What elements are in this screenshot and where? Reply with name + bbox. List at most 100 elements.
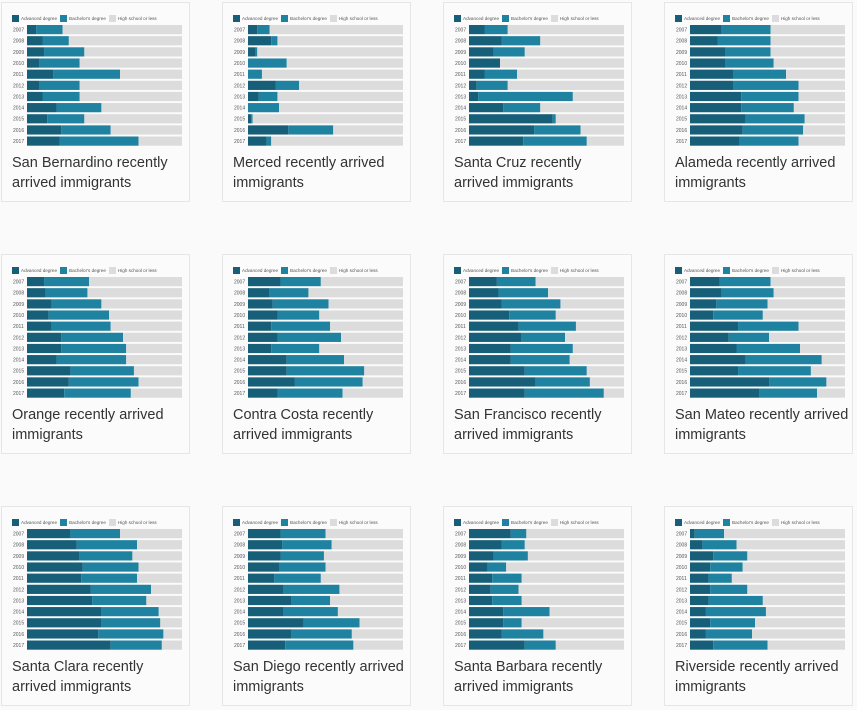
bar-bachelors[interactable] bbox=[248, 103, 279, 113]
bar-highschool[interactable] bbox=[589, 377, 624, 387]
bar-highschool[interactable] bbox=[770, 277, 845, 287]
bar-advanced[interactable] bbox=[690, 114, 746, 124]
bar-highschool[interactable] bbox=[279, 103, 403, 113]
bar-advanced[interactable] bbox=[469, 277, 497, 287]
bar-bachelors[interactable] bbox=[717, 36, 771, 46]
bar-highschool[interactable] bbox=[810, 366, 845, 376]
bar-bachelors[interactable] bbox=[291, 629, 352, 639]
bar-bachelors[interactable] bbox=[39, 80, 80, 90]
bar-highschool[interactable] bbox=[163, 629, 182, 639]
bar-highschool[interactable] bbox=[126, 355, 182, 365]
bar-highschool[interactable] bbox=[747, 584, 845, 594]
bar-bachelors[interactable] bbox=[51, 321, 111, 331]
bar-advanced[interactable] bbox=[469, 299, 502, 309]
bar-advanced[interactable] bbox=[27, 136, 60, 146]
bar-advanced[interactable] bbox=[690, 551, 714, 561]
bar-bachelors[interactable] bbox=[694, 529, 725, 539]
bar-advanced[interactable] bbox=[27, 366, 71, 376]
bar-advanced[interactable] bbox=[690, 288, 721, 298]
bar-advanced[interactable] bbox=[27, 47, 45, 57]
bar-bachelors[interactable] bbox=[272, 299, 329, 309]
bar-bachelors[interactable] bbox=[303, 618, 360, 628]
bar-highschool[interactable] bbox=[351, 629, 403, 639]
bar-advanced[interactable] bbox=[27, 299, 52, 309]
bar-bachelors[interactable] bbox=[484, 25, 508, 35]
bar-bachelors[interactable] bbox=[713, 310, 763, 320]
bar-bachelors[interactable] bbox=[490, 584, 519, 594]
bar-bachelors[interactable] bbox=[713, 640, 768, 650]
bar-highschool[interactable] bbox=[549, 607, 624, 617]
bar-bachelors[interactable] bbox=[279, 562, 326, 572]
bar-advanced[interactable] bbox=[27, 377, 69, 387]
bar-bachelors[interactable] bbox=[710, 584, 748, 594]
bar-highschool[interactable] bbox=[752, 629, 845, 639]
bar-bachelors[interactable] bbox=[769, 377, 827, 387]
bar-highschool[interactable] bbox=[736, 540, 846, 550]
bar-highschool[interactable] bbox=[161, 640, 182, 650]
bar-bachelors[interactable] bbox=[283, 584, 340, 594]
bar-bachelors[interactable] bbox=[271, 343, 320, 354]
bar-highschool[interactable] bbox=[575, 321, 624, 331]
bar-advanced[interactable] bbox=[690, 618, 711, 628]
bar-bachelors[interactable] bbox=[70, 529, 120, 539]
bar-advanced[interactable] bbox=[248, 36, 272, 46]
bar-advanced[interactable] bbox=[469, 377, 536, 387]
bar-highschool[interactable] bbox=[137, 573, 182, 583]
bar-bachelors[interactable] bbox=[61, 125, 111, 135]
bar-bachelors[interactable] bbox=[45, 288, 88, 298]
bar-highschool[interactable] bbox=[79, 80, 182, 90]
bar-advanced[interactable] bbox=[469, 288, 499, 298]
bar-highschool[interactable] bbox=[138, 136, 182, 146]
bar-highschool[interactable] bbox=[137, 540, 182, 550]
bar-advanced[interactable] bbox=[469, 310, 510, 320]
bar-bachelors[interactable] bbox=[713, 551, 748, 561]
bar-highschool[interactable] bbox=[110, 125, 182, 135]
bar-bachelors[interactable] bbox=[81, 573, 138, 583]
bar-bachelors[interactable] bbox=[285, 640, 354, 650]
bar-highschool[interactable] bbox=[84, 114, 182, 124]
bar-highschool[interactable] bbox=[586, 366, 624, 376]
bar-advanced[interactable] bbox=[27, 69, 54, 79]
bar-highschool[interactable] bbox=[731, 573, 845, 583]
bar-highschool[interactable] bbox=[257, 47, 403, 57]
bar-advanced[interactable] bbox=[248, 125, 289, 135]
bar-advanced[interactable] bbox=[248, 343, 272, 354]
bar-highschool[interactable] bbox=[524, 47, 624, 57]
bar-bachelors[interactable] bbox=[484, 69, 518, 79]
bar-bachelors[interactable] bbox=[705, 607, 766, 617]
bar-bachelors[interactable] bbox=[492, 573, 522, 583]
bar-bachelors[interactable] bbox=[725, 58, 774, 68]
bar-advanced[interactable] bbox=[248, 629, 292, 639]
bar-advanced[interactable] bbox=[690, 25, 721, 35]
bar-highschool[interactable] bbox=[521, 618, 624, 628]
bar-highschool[interactable] bbox=[793, 103, 845, 113]
bar-bachelors[interactable] bbox=[741, 91, 799, 102]
bar-advanced[interactable] bbox=[248, 277, 281, 287]
bar-bachelors[interactable] bbox=[47, 114, 85, 124]
bar-bachelors[interactable] bbox=[64, 388, 131, 398]
bar-highschool[interactable] bbox=[101, 299, 182, 309]
bar-highschool[interactable] bbox=[364, 366, 403, 376]
bar-bachelors[interactable] bbox=[496, 277, 536, 287]
bar-highschool[interactable] bbox=[328, 299, 403, 309]
bar-advanced[interactable] bbox=[690, 58, 726, 68]
bar-bachelors[interactable] bbox=[44, 47, 85, 57]
bar-advanced[interactable] bbox=[248, 640, 286, 650]
bar-bachelors[interactable] bbox=[79, 551, 133, 561]
bar-bachelors[interactable] bbox=[708, 595, 763, 606]
bar-bachelors[interactable] bbox=[294, 377, 363, 387]
bar-advanced[interactable] bbox=[690, 607, 706, 617]
bar-highschool[interactable] bbox=[109, 310, 182, 320]
bar-bachelors[interactable] bbox=[501, 540, 525, 550]
bar-advanced[interactable] bbox=[469, 640, 525, 650]
bar-highschool[interactable] bbox=[798, 91, 846, 102]
chart-title[interactable]: Santa Cruz recently arrived immigrants bbox=[454, 153, 629, 193]
bar-bachelors[interactable] bbox=[277, 388, 343, 398]
bar-highschool[interactable] bbox=[527, 551, 624, 561]
bar-highschool[interactable] bbox=[138, 562, 182, 572]
bar-bachelors[interactable] bbox=[487, 562, 507, 572]
bar-highschool[interactable] bbox=[120, 529, 182, 539]
bar-highschool[interactable] bbox=[353, 640, 403, 650]
bar-bachelors[interactable] bbox=[503, 618, 522, 628]
bar-highschool[interactable] bbox=[151, 584, 182, 594]
